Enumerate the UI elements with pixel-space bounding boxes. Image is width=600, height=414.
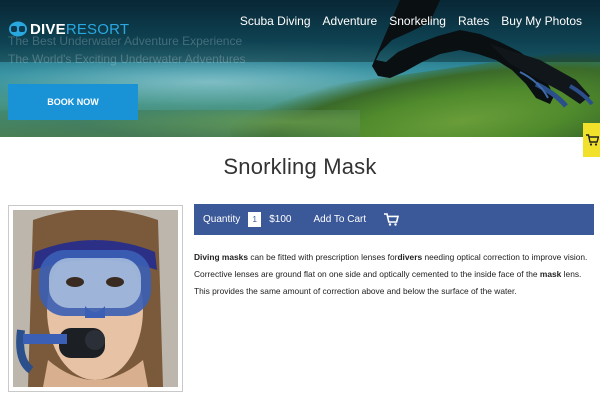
quantity-label: Quantity [203, 214, 241, 225]
logo-text-primary: DIVE [30, 20, 66, 38]
nav-scuba-diving[interactable]: Scuba Diving [240, 14, 311, 28]
nav-buy-my-photos[interactable]: Buy My Photos [501, 14, 582, 28]
description-text: needing optical correction to improve vi… [422, 252, 588, 262]
product-image [13, 210, 178, 387]
description-line-1: Diving masks can be fitted with prescrip… [194, 249, 592, 266]
description-bold-text: Diving masks [194, 252, 248, 262]
add-to-cart-button[interactable]: Add To Cart [314, 214, 367, 225]
product-image-frame [8, 205, 183, 392]
nav-rates[interactable]: Rates [458, 14, 489, 28]
description-text: Corrective lenses are ground flat on one… [194, 269, 540, 279]
main-navigation: Scuba Diving Adventure Snorkeling Rates … [240, 14, 582, 28]
diver-mask-icon [9, 21, 27, 37]
description-text: lens. [561, 269, 582, 279]
description-bold-text: mask [539, 269, 562, 279]
hero-tagline-2: The World's Exciting Underwater Adventur… [8, 52, 246, 66]
product-description: Diving masks can be fitted with prescrip… [194, 249, 592, 300]
description-bold-text: divers [397, 252, 423, 262]
floating-cart-tab[interactable] [583, 123, 600, 157]
product-price: $100 [269, 214, 292, 225]
book-now-button[interactable]: BOOK NOW [8, 84, 138, 120]
purchase-bar: Quantity $100 Add To Cart [194, 204, 594, 235]
quantity-input[interactable] [248, 212, 262, 227]
nav-snorkeling[interactable]: Snorkeling [389, 14, 446, 28]
product-title: Snorkling Mask [223, 154, 377, 179]
site-logo[interactable]: DIVE RESORT [8, 20, 129, 38]
logo-text-secondary: RESORT [65, 20, 130, 38]
hero-banner: The Best Underwater Adventure Experience… [0, 0, 600, 137]
shopping-cart-icon [586, 134, 599, 146]
description-text: can be fitted with prescription lenses f… [248, 252, 398, 262]
description-line-2: Corrective lenses are ground flat on one… [194, 266, 592, 283]
description-line-3: This provides the same amount of correct… [194, 286, 517, 296]
nav-adventure[interactable]: Adventure [323, 14, 378, 28]
shopping-cart-icon[interactable] [384, 213, 400, 226]
